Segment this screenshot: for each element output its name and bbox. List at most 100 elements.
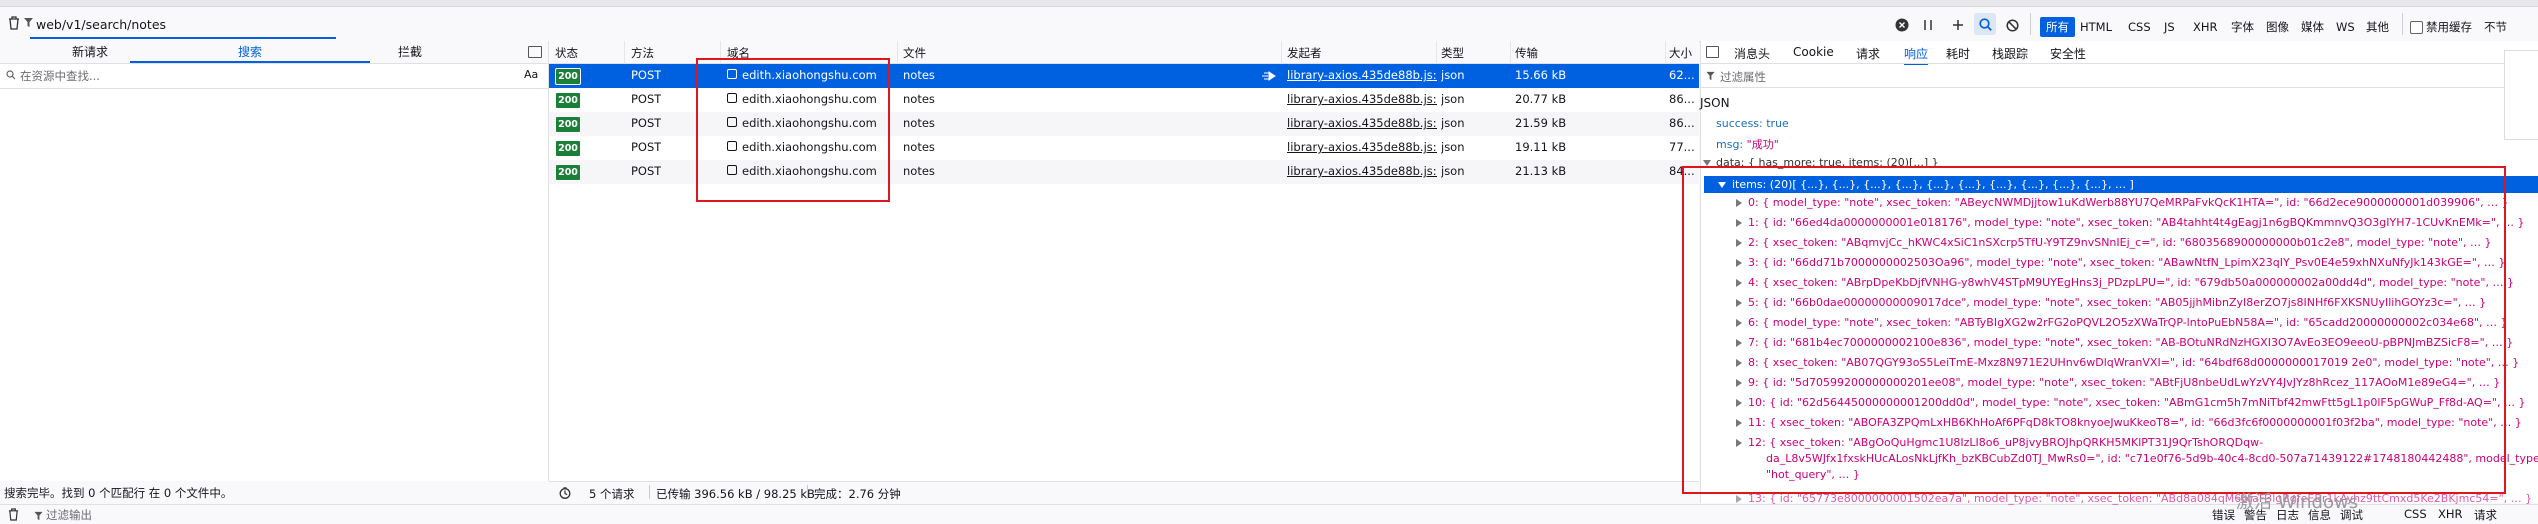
- clear-filter-icon[interactable]: [1894, 14, 1910, 36]
- side-widget: [2504, 50, 2538, 140]
- filter-tab-css[interactable]: CSS: [2122, 17, 2157, 37]
- tab-security[interactable]: 安全性: [2050, 45, 2086, 63]
- row-file: notes: [903, 116, 935, 130]
- disable-cache-checkbox[interactable]: [2410, 21, 2423, 34]
- request-count: 5 个请求: [589, 487, 635, 501]
- filter-tab-images[interactable]: 图像: [2260, 17, 2295, 37]
- status-badge: 200: [555, 164, 581, 181]
- tab-response[interactable]: 响应: [1904, 45, 1929, 65]
- console-filter-xhr[interactable]: XHR: [2438, 507, 2463, 521]
- col-status[interactable]: 状态: [555, 45, 578, 61]
- tab-timings[interactable]: 耗时: [1946, 45, 1970, 63]
- row-type: json: [1441, 164, 1465, 178]
- tab-new-request[interactable]: 新请求: [60, 41, 120, 63]
- row-initiator[interactable]: library-axios.435de88b.js:...: [1287, 116, 1437, 130]
- finish-time: 完成：2.76 分钟: [814, 487, 901, 501]
- tab-stack-trace[interactable]: 栈跟踪: [1992, 45, 2028, 63]
- row-file: notes: [903, 140, 935, 154]
- row-transferred: 21.59 kB: [1515, 116, 1567, 130]
- trash-icon[interactable]: [8, 508, 19, 524]
- row-transferred: 21.13 kB: [1515, 164, 1567, 178]
- console-level-errors[interactable]: 错误: [2212, 507, 2235, 523]
- url-filter-bar: web/v1/search/notes 所有 HTML CSS JS XHR 字…: [0, 7, 2538, 42]
- console-filter-bar: 过滤输出 错误 警告 日志 信息 调试 CSS XHR 请求: [0, 504, 2538, 524]
- row-size: 62...: [1669, 68, 1695, 82]
- search-icon[interactable]: [1974, 13, 1996, 35]
- row-file: notes: [903, 92, 935, 106]
- url-filter-input[interactable]: web/v1/search/notes: [36, 17, 166, 32]
- console-filter-css[interactable]: CSS: [2404, 507, 2427, 521]
- status-divider: [807, 485, 808, 499]
- domain-highlight-box: [696, 58, 890, 202]
- pause-icon[interactable]: [1920, 14, 1936, 36]
- block-icon[interactable]: [2004, 14, 2020, 36]
- col-size[interactable]: 大小: [1669, 45, 1692, 61]
- resource-search-input[interactable]: 在资源中查找...: [20, 68, 100, 84]
- case-sensitive-toggle[interactable]: Aa: [524, 68, 538, 81]
- row-initiator[interactable]: library-axios.435de88b.js:...: [1287, 68, 1437, 82]
- row-file: notes: [903, 164, 935, 178]
- tab-bar-underline: [1700, 63, 2538, 64]
- tab-block[interactable]: 拦截: [380, 41, 440, 63]
- filter-tab-fonts[interactable]: 字体: [2225, 17, 2260, 37]
- search-panel: [0, 41, 549, 481]
- filter-tab-xhr[interactable]: XHR: [2187, 17, 2224, 37]
- filter-properties-input[interactable]: 过滤属性: [1720, 69, 1766, 85]
- filter-tab-all[interactable]: 所有: [2040, 17, 2075, 37]
- row-type: json: [1441, 92, 1465, 106]
- col-type[interactable]: 类型: [1441, 45, 1464, 61]
- console-filter-requests[interactable]: 请求: [2474, 507, 2497, 523]
- filter-tab-other[interactable]: 其他: [2360, 17, 2395, 37]
- col-file[interactable]: 文件: [903, 45, 926, 61]
- search-icon: [6, 69, 16, 83]
- transferred-total: 已传输 396.56 kB / 98.25 kB: [656, 487, 815, 501]
- filter-tab-html[interactable]: HTML: [2074, 17, 2118, 37]
- row-initiator[interactable]: library-axios.435de88b.js:...: [1287, 164, 1437, 178]
- filter-tab-ws[interactable]: WS: [2330, 17, 2361, 37]
- col-initiator[interactable]: 发起者: [1287, 45, 1322, 61]
- throttle-select[interactable]: 不节: [2484, 19, 2507, 35]
- windows-watermark: 激活 Windows: [2236, 492, 2359, 513]
- tab-headers[interactable]: 消息头: [1734, 45, 1770, 63]
- tab-search[interactable]: 搜索: [130, 41, 370, 63]
- filter-row-underline: [1700, 87, 2538, 88]
- trash-icon[interactable]: [8, 16, 20, 30]
- panel-toggle-icon[interactable]: [528, 46, 542, 58]
- json-section-label: JSON: [1700, 96, 1730, 110]
- row-transferred: 15.66 kB: [1515, 68, 1567, 82]
- toolbar-separator: [2030, 13, 2031, 35]
- filter-icon: [24, 17, 33, 31]
- disable-cache-label: 禁用缓存: [2426, 20, 2472, 34]
- tab-cookies[interactable]: Cookie: [1793, 45, 1834, 63]
- row-initiator[interactable]: library-axios.435de88b.js:...: [1287, 140, 1437, 154]
- row-method: POST: [631, 92, 662, 106]
- expand-arrow-icon[interactable]: [1736, 495, 1742, 503]
- col-method[interactable]: 方法: [631, 45, 654, 61]
- racing-icon: [1262, 70, 1276, 84]
- row-initiator[interactable]: library-axios.435de88b.js:...: [1287, 92, 1437, 106]
- json-success: success: true: [1716, 117, 1789, 130]
- col-transferred[interactable]: 传输: [1515, 45, 1538, 61]
- row-size: 86...: [1669, 92, 1695, 106]
- row-method: POST: [631, 116, 662, 130]
- add-icon[interactable]: [1950, 14, 1966, 36]
- status-divider: [649, 485, 650, 499]
- row-file: notes: [903, 68, 935, 82]
- status-badge: 200: [555, 140, 581, 157]
- top-strip: [0, 0, 2538, 7]
- status-badge: 200: [555, 92, 581, 109]
- tab-request[interactable]: 请求: [1856, 45, 1880, 63]
- json-msg-key: msg:: [1716, 138, 1747, 151]
- json-msg-value: "成功": [1746, 138, 1779, 151]
- filter-icon: [1706, 70, 1715, 84]
- search-status-text: 搜索完毕。找到 0 个匹配行 在 0 个文件中。: [4, 486, 233, 500]
- filter-tab-media[interactable]: 媒体: [2295, 17, 2330, 37]
- filter-icon: [34, 510, 43, 524]
- console-filter-input[interactable]: 过滤输出: [46, 507, 92, 523]
- row-type: json: [1441, 140, 1465, 154]
- panel-toggle-icon[interactable]: [1706, 46, 1719, 58]
- status-badge: 200: [555, 68, 581, 85]
- status-badge: 200: [555, 116, 581, 133]
- filter-tab-js[interactable]: JS: [2158, 17, 2181, 37]
- row-method: POST: [631, 140, 662, 154]
